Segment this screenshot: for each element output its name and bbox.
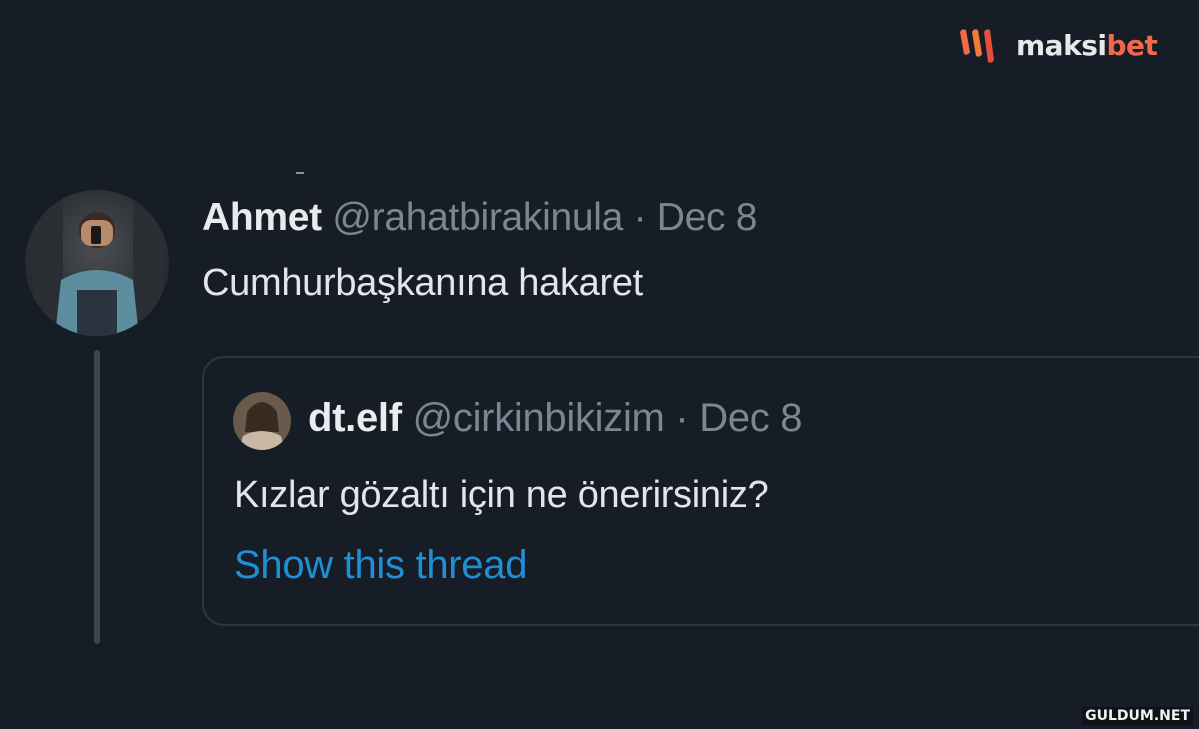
quoted-avatar[interactable] [233, 392, 291, 450]
user-avatar-icon [25, 190, 169, 336]
author-name[interactable]: Ahmet [202, 196, 322, 239]
separator: · [633, 196, 647, 239]
quoted-author-handle[interactable]: @cirkinbikizim [413, 396, 665, 440]
user-avatar-icon [233, 392, 291, 450]
maksibet-logo-icon [960, 29, 994, 63]
author-handle[interactable]: @rahatbirakinula [332, 196, 623, 239]
tweet-header: Ahmet @rahatbirakinula · Dec 8 [202, 196, 757, 240]
brand-name-suffix: bet [1106, 28, 1158, 62]
maksibet-logo: maksibet [956, 24, 1158, 66]
separator: · [675, 396, 689, 440]
quoted-author-name[interactable]: dt.elf [308, 396, 402, 440]
tweet-date[interactable]: Dec 8 [657, 196, 758, 239]
avatar[interactable] [25, 190, 169, 336]
show-thread-link[interactable]: Show this thread [234, 543, 527, 588]
watermark: GULDUM.NET [1082, 707, 1193, 725]
quoted-tweet-header: dt.elf @cirkinbikizim · Dec 8 [308, 396, 803, 441]
quoted-tweet-date[interactable]: Dec 8 [699, 396, 802, 440]
thread-connector [94, 350, 100, 644]
tweet-text: Cumhurbaşkanına hakaret [202, 262, 643, 304]
divider [296, 172, 304, 174]
brand-name-prefix: maksi [1016, 28, 1107, 62]
quoted-tweet-text: Kızlar gözaltı için ne önerirsiniz? [234, 474, 769, 516]
